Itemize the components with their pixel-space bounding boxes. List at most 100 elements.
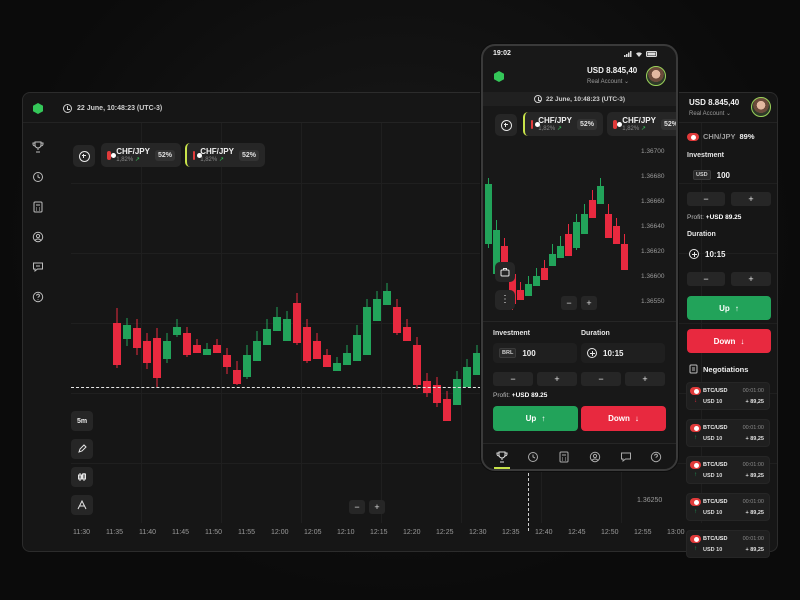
up-button[interactable]: Up ↑ (687, 296, 771, 320)
candle-body (473, 353, 481, 375)
up-button[interactable]: Up ↑ (493, 406, 578, 431)
zoom-out-button[interactable]: − (561, 296, 577, 310)
timeframe-button[interactable]: 5m (71, 411, 93, 431)
avatar[interactable] (751, 97, 771, 117)
line-tool-icon (77, 500, 87, 510)
investment-decrease-button[interactable]: − (687, 192, 725, 206)
zoom-in-button[interactable]: + (581, 296, 597, 310)
asset-tab[interactable]: CHF/JPY 1,82% ↗ 52% (185, 143, 265, 167)
trend-up-icon: ↗ (640, 126, 646, 132)
flag-icon (690, 461, 701, 469)
status-time: 19:02 (493, 50, 511, 57)
battery-icon (646, 51, 657, 57)
chart-type-button[interactable] (71, 495, 93, 515)
chat-icon[interactable] (620, 450, 632, 463)
currency-tag: BRL (499, 348, 517, 358)
account-type[interactable]: Real Account ⌄ (587, 78, 629, 85)
calculator-icon[interactable] (558, 450, 570, 463)
price-axis-label: 1.36550 (641, 298, 665, 305)
desktop-sidebar (23, 123, 53, 551)
duration-field[interactable]: 10:15 (683, 244, 771, 264)
duration-value: 10:15 (705, 249, 726, 259)
arrow-up-icon: ↑ (541, 414, 546, 423)
duration-increase-button[interactable]: + (731, 272, 771, 286)
negotiation-item[interactable]: BTC/USD 00:01:00 ↑ USD 10 + 89,25 (686, 456, 770, 484)
candle-body (541, 268, 548, 280)
duration-label: Duration (581, 330, 610, 337)
investment-increase-button[interactable]: + (731, 192, 771, 206)
chat-icon[interactable] (32, 261, 44, 273)
candle-body (413, 345, 421, 385)
negotiation-pair: BTC/USD (703, 462, 728, 468)
negotiation-item[interactable]: BTC/USD 00:01:00 ↓ USD 10 + 89,25 (686, 382, 770, 410)
indicators-button[interactable] (71, 467, 93, 487)
candle-body (303, 327, 311, 361)
time-axis-label: 11:50 (205, 529, 222, 536)
trophy-icon[interactable] (32, 141, 44, 153)
price-axis-label: 1.36680 (641, 173, 665, 180)
wifi-icon (636, 52, 642, 57)
trophy-icon[interactable] (496, 450, 508, 463)
investment-field[interactable]: USD 100 (687, 165, 771, 185)
draw-tool-button[interactable] (71, 439, 93, 459)
user-icon[interactable] (589, 450, 601, 463)
down-button[interactable]: Down ↓ (687, 329, 771, 353)
zoom-in-button[interactable]: + (369, 500, 385, 514)
negotiation-item[interactable]: BTC/USD 00:01:00 ↑ USD 10 + 89,25 (686, 493, 770, 521)
history-icon[interactable] (527, 450, 539, 462)
candle-body (485, 184, 492, 244)
duration-increase-button[interactable]: + (625, 372, 665, 386)
duration-decrease-button[interactable]: − (581, 372, 621, 386)
time-axis-label: 12:25 (436, 529, 454, 536)
pencil-icon (78, 444, 87, 453)
negotiation-item[interactable]: BTC/USD 00:01:00 ↑ USD 10 + 89,25 (686, 530, 770, 558)
flag-icon (690, 387, 701, 395)
selected-asset: CHN/JPY 89% (687, 132, 755, 141)
asset-tab[interactable]: CHF/JPY 1,82% ↗ 52% (523, 112, 603, 136)
price-axis-label: 1.36250 (637, 497, 663, 504)
down-button[interactable]: Down ↓ (581, 406, 666, 431)
help-icon[interactable] (32, 291, 44, 303)
candle-body (605, 214, 612, 238)
asset-tab[interactable]: CHF/JPY 1,82% ↗ 52% (101, 143, 181, 167)
history-icon[interactable] (32, 171, 44, 183)
add-asset-button[interactable] (73, 145, 95, 167)
investment-decrease-button[interactable]: − (493, 372, 533, 386)
asset-payout: 52% (660, 118, 676, 130)
help-icon[interactable] (650, 450, 662, 463)
add-circle-icon (587, 348, 597, 358)
mobile-chart[interactable] (483, 104, 676, 364)
candle-body (565, 234, 572, 256)
negotiations-header: Negotiations (689, 364, 748, 374)
time-axis-label: 12:10 (337, 529, 355, 536)
asset-tab[interactable]: CHF/JPY 1,82% ↗ 52% (607, 112, 676, 136)
candle-body (549, 254, 556, 266)
calculator-icon[interactable] (32, 201, 44, 213)
negotiation-item[interactable]: BTC/USD 00:01:00 ↑ USD 10 + 89,25 (686, 419, 770, 447)
candle-body (133, 328, 141, 348)
portfolio-button[interactable] (495, 262, 515, 282)
candle-body (343, 353, 351, 365)
negotiation-amount: USD 10 (703, 547, 723, 553)
asset-change: 1,82% ↗ (116, 157, 140, 163)
zoom-out-button[interactable]: − (349, 500, 365, 514)
candle-body (203, 349, 211, 355)
arrow-up-icon: ↑ (734, 303, 739, 313)
avatar[interactable] (646, 66, 666, 86)
time-axis-label: 12:45 (568, 529, 586, 536)
account-type[interactable]: Real Account ⌄ (689, 110, 731, 117)
investment-increase-button[interactable]: + (537, 372, 577, 386)
negotiation-gain: + 89,25 (745, 399, 764, 405)
duration-decrease-button[interactable]: − (687, 272, 725, 286)
more-button[interactable]: ⋮ (495, 290, 515, 310)
candle-body (525, 284, 532, 296)
duration-field[interactable]: 10:15 (581, 343, 665, 363)
user-icon[interactable] (32, 231, 44, 243)
investment-field[interactable]: BRL 100 (493, 343, 577, 363)
candle-body (213, 345, 221, 353)
asset-payout: 52% (238, 149, 259, 161)
candle-body (463, 367, 471, 387)
investment-label: Investment (687, 152, 724, 159)
asset-name: CHF/JPY (200, 147, 234, 156)
add-asset-button[interactable] (495, 114, 517, 136)
